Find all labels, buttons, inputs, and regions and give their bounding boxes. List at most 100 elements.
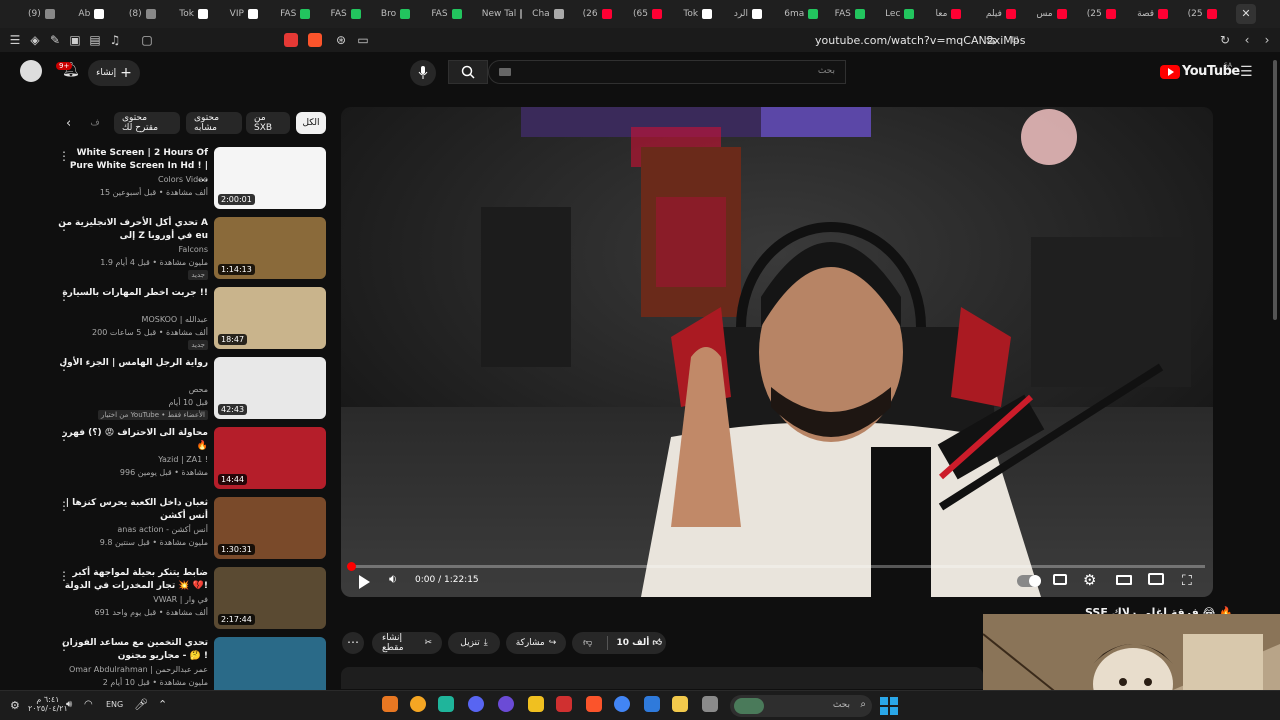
like-button[interactable]: 10 ألف 👍︎ (612, 638, 666, 648)
bookmark-icon[interactable]: ⌑ (1008, 33, 1022, 47)
app-icon-1[interactable] (382, 696, 398, 712)
windows-start-icon[interactable] (880, 697, 898, 715)
more-actions-button[interactable]: ⋯ (342, 632, 364, 654)
keyboard-icon[interactable] (499, 68, 511, 76)
link-icon[interactable]: ⇆ (984, 33, 998, 47)
dislike-icon[interactable]: 👎︎ (572, 638, 603, 648)
shield-icon[interactable]: ◈ (28, 33, 42, 47)
wifi-tray-icon[interactable]: ◠ (84, 699, 93, 710)
close-tab-icon[interactable]: ✕ (1236, 4, 1256, 24)
channel-name[interactable]: Colors Video (58, 175, 208, 184)
search-button[interactable] (448, 60, 488, 84)
browser-tab[interactable]: FAS (831, 3, 879, 25)
browser-tab[interactable]: قصة (1133, 3, 1181, 25)
app-icon-5[interactable] (498, 696, 514, 712)
voice-search-button[interactable] (410, 60, 436, 86)
youtube-logo-icon[interactable] (1160, 65, 1180, 79)
reload-icon[interactable]: ↻ (1218, 33, 1232, 47)
chip-recommended[interactable]: محتوى مقترح لك (114, 112, 180, 134)
recommendation-item[interactable]: ⋮ 2:17:44 ضابط يتنكر بحيلة لمواجهة أكبر تج… (52, 567, 326, 631)
video-title[interactable]: ثعبان داخل الكعبة يحرس كنزها | أنس أكشن (58, 497, 208, 523)
chip-similar[interactable]: محتوى مشابه (186, 112, 242, 134)
browser-tab[interactable]: (65 (629, 3, 677, 25)
browser-tab[interactable]: Ab (74, 3, 122, 25)
video-title[interactable]: ضابط يتنكر بحيلة لمواجهة أكبر تجار المخد… (58, 567, 208, 593)
browser-tab[interactable]: فيلم (982, 3, 1030, 25)
settings-tray-icon[interactable]: ⚙︎ (10, 699, 20, 712)
video-thumbnail[interactable]: 1:14:13 (214, 217, 326, 279)
browser-tab[interactable]: (25 (1184, 3, 1232, 25)
channel-name[interactable]: VWAR | في وار (58, 595, 208, 604)
video-thumbnail[interactable]: 18:47 (214, 287, 326, 349)
app-icon-3[interactable] (438, 696, 454, 712)
forward-icon[interactable]: › (1260, 33, 1274, 47)
app-icon-6[interactable] (528, 696, 544, 712)
page-scrollbar[interactable] (1273, 60, 1277, 320)
fullscreen-icon[interactable]: ⛶ (1182, 573, 1192, 589)
file-explorer-icon[interactable] (672, 696, 688, 712)
mic-tray-icon[interactable]: 🎤︎ (134, 698, 148, 711)
screen-icon[interactable]: ▭ (356, 33, 370, 47)
settings-icon[interactable]: ⚙︎ (1083, 571, 1096, 589)
channel-name[interactable]: Yazid | ZA1 ! (58, 455, 208, 464)
back-icon[interactable]: ‹ (1240, 33, 1254, 47)
browser-tab[interactable]: (8) (125, 3, 173, 25)
chip-partial[interactable]: ف (86, 112, 104, 134)
channel-name[interactable]: anas action - أنس أكشن (58, 525, 208, 534)
browser-tab[interactable]: New Tal (478, 3, 526, 25)
pin-icon[interactable]: ✎ (48, 33, 62, 47)
browser-tab[interactable]: Cha (528, 3, 576, 25)
chip-all[interactable]: الكل (296, 112, 326, 134)
volume-tray-icon[interactable]: 🔊︎ (66, 699, 72, 710)
cast-icon[interactable] (1148, 573, 1164, 585)
search-input[interactable]: بحث (488, 60, 846, 84)
video-thumbnail[interactable]: 14:44 (214, 427, 326, 489)
recommendation-item[interactable]: ⋮ 14:44 محاولة الى الاحتراف 😡 (؟) فهرر 🔥 Ya… (52, 427, 326, 491)
tabs-icon[interactable]: ▣ (68, 33, 82, 47)
app-icon-2[interactable] (410, 696, 426, 712)
clock[interactable]: ٦:٤١ م ٢٠٢٥/٠٤/٢١ (28, 695, 68, 713)
recommendation-item[interactable]: ⋮ 2:00:01 White Screen | 2 Hours Of Pure W… (52, 147, 326, 211)
clip-button[interactable]: إنشاء مقطع ✂ (372, 632, 442, 654)
app-icon-12[interactable] (702, 696, 718, 712)
browser-tab[interactable]: VIP (226, 3, 274, 25)
create-button[interactable]: إنشاء + (88, 60, 140, 86)
channel-name[interactable]: MOSKOO | عبدالله (58, 315, 208, 324)
avatar[interactable] (20, 60, 42, 82)
browser-tab[interactable]: Bro (377, 3, 425, 25)
chevron-up-icon[interactable]: ⌃ (158, 698, 167, 711)
app-icon-7[interactable] (556, 696, 572, 712)
browser-tab[interactable]: معا (932, 3, 980, 25)
progress-bar-track[interactable] (349, 565, 1205, 568)
window-icon[interactable]: ▢ (140, 33, 154, 47)
volume-icon[interactable]: 🔉︎ (389, 572, 397, 587)
download-button[interactable]: تنزيل ⤓ (448, 632, 500, 654)
browser-tab[interactable]: FAS (276, 3, 324, 25)
extension-icon[interactable] (284, 33, 298, 47)
sidebar-icon[interactable]: ▤ (88, 33, 102, 47)
browser-tab[interactable]: Lec (881, 3, 929, 25)
browser-tab[interactable]: مس (1032, 3, 1080, 25)
share-button[interactable]: مشاركة ↪ (506, 632, 566, 654)
language-indicator[interactable]: ENG (106, 700, 123, 709)
music-icon[interactable]: ♫ (108, 33, 122, 47)
browser-tab[interactable]: (25 (1083, 3, 1131, 25)
autoplay-toggle[interactable] (1017, 575, 1041, 587)
recommendation-item[interactable]: ⋮ 42:43 رواية الرجل الهامس | الجزء الأول مح… (52, 357, 326, 421)
video-title[interactable]: تحدي أكل الأحرف الانجليزية من A إلى Z في… (58, 217, 208, 243)
browser-tab[interactable]: (26 (579, 3, 627, 25)
chips-scroll-left-icon[interactable]: ‹ (66, 116, 71, 131)
discord-icon[interactable] (468, 696, 484, 712)
recommendation-item[interactable]: ⋮ 1:14:13 تحدي أكل الأحرف الانجليزية من A … (52, 217, 326, 281)
channel-name[interactable]: Omar Abdulrahman | عمر عبدالرحمن (58, 665, 208, 674)
subtitles-icon[interactable] (1053, 574, 1067, 585)
video-player[interactable] (341, 107, 1213, 597)
video-title[interactable]: رواية الرجل الهامس | الجزء الأول (58, 357, 208, 370)
browser-tab[interactable]: (9) (24, 3, 72, 25)
video-thumbnail[interactable]: 2:00:01 (214, 147, 326, 209)
browser-tab[interactable]: 6ma (780, 3, 828, 25)
channel-name[interactable]: محص (58, 385, 208, 394)
play-icon[interactable] (359, 575, 370, 589)
video-thumbnail[interactable]: 42:43 (214, 357, 326, 419)
channel-name[interactable]: Falcons (58, 245, 208, 254)
